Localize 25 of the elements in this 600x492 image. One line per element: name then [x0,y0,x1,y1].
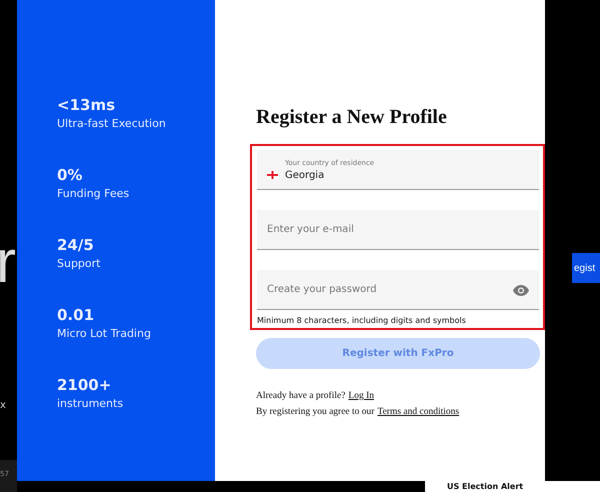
country-value: Georgia [285,170,324,180]
stat-value: 0.01 [57,306,96,324]
news-card: US Election Alert [425,481,600,492]
backdrop-text: x [0,400,6,411]
flag-icon [267,171,278,179]
stat-label: Support [57,257,102,270]
stat-value: 0% [57,166,84,184]
login-prompt: Already have a profile? [256,391,346,401]
stat-label: Ultra-fast Execution [57,117,167,130]
eye-icon[interactable] [513,285,529,296]
backdrop-heading: r [0,232,16,292]
terms-link[interactable]: Terms and conditions [377,407,460,417]
login-link[interactable]: Log In [348,391,374,401]
password-hint: Minimum 8 characters, including digits and symbols [257,316,467,325]
stat-label: Funding Fees [57,187,130,200]
form-title: Register a New Profile [256,106,448,129]
register-button[interactable]: egist [572,253,600,283]
stat-label: Micro Lot Trading [57,327,152,340]
password-field[interactable]: Create your password [257,270,539,310]
stat-value: <13ms [57,96,116,114]
stat-label: instruments [57,397,124,410]
stat-value: 24/5 [57,236,95,254]
terms-prompt: By registering you agree to our [256,407,374,417]
stat-value: 2100+ [57,376,112,394]
email-field[interactable]: Enter your e-mail [257,210,539,250]
